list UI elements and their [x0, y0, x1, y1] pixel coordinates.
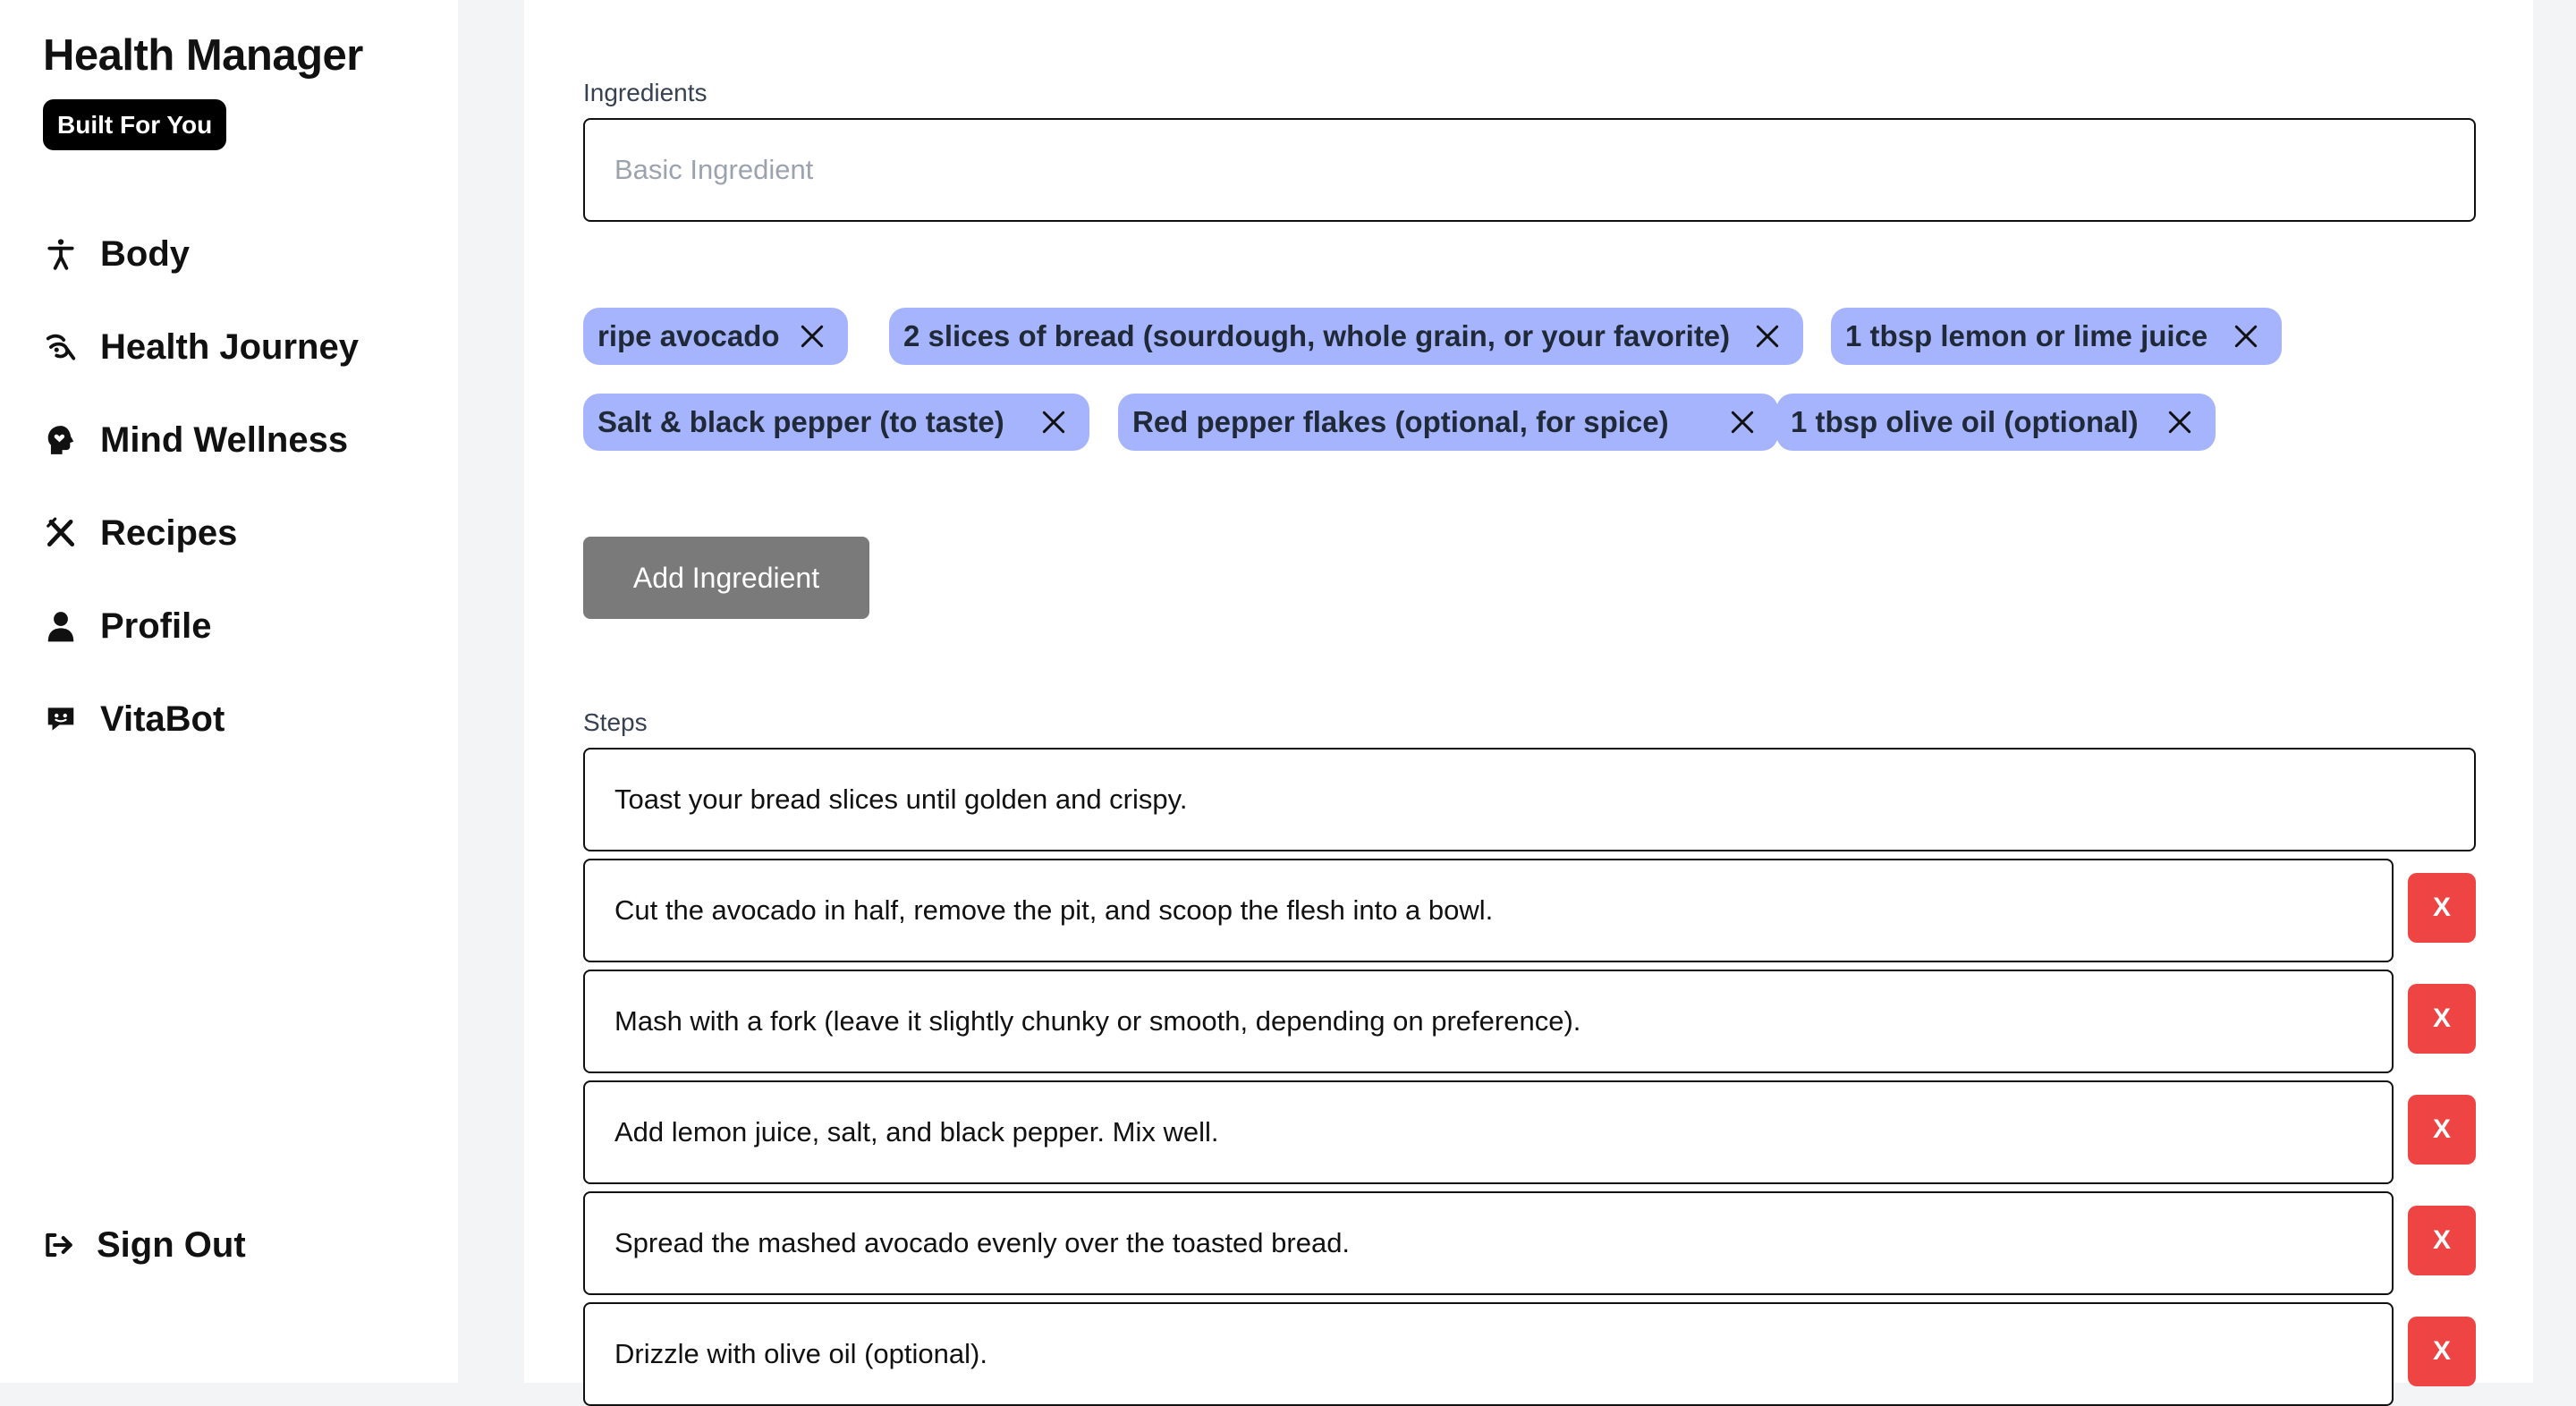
ingredient-input[interactable]: [583, 118, 2476, 222]
app-title: Health Manager: [43, 31, 363, 80]
step-input[interactable]: [583, 1302, 2394, 1406]
tagline-badge: Built For You: [43, 99, 227, 150]
remove-chip-icon[interactable]: [1034, 402, 1073, 442]
delete-step-button[interactable]: X: [2408, 984, 2476, 1054]
delete-step-button[interactable]: X: [2408, 873, 2476, 943]
ingredient-chip-label: 1 tbsp lemon or lime juice: [1845, 319, 2208, 352]
nav-item-body[interactable]: Body: [43, 227, 190, 281]
nav-item-recipes[interactable]: Recipes: [43, 506, 237, 560]
chat-bot-icon: [43, 701, 79, 737]
ingredients-label: Ingredients: [583, 79, 708, 106]
nav-label: Recipes: [100, 512, 238, 553]
head-heart-icon: [43, 422, 79, 458]
user-icon: [43, 608, 79, 644]
nav-item-vitabot[interactable]: VitaBot: [43, 692, 225, 746]
step-input[interactable]: [583, 1080, 2394, 1184]
ingredient-chip-label: Salt & black pepper (to taste): [597, 405, 1004, 438]
recipe-form-card: Ingredients ripe avocado 2 slices of bre…: [524, 0, 2533, 1406]
delete-step-button[interactable]: X: [2408, 1317, 2476, 1386]
nav-label: Mind Wellness: [100, 419, 349, 460]
sign-out-icon: [41, 1227, 77, 1263]
ingredient-chip: ripe avocado: [583, 308, 848, 365]
sign-out-button[interactable]: Sign Out: [41, 1218, 246, 1272]
ingredient-chip-label: 1 tbsp olive oil (optional): [1791, 405, 2139, 438]
ingredient-chip-label: ripe avocado: [597, 319, 780, 352]
remove-chip-icon[interactable]: [1748, 317, 1787, 356]
step-input[interactable]: [583, 748, 2476, 851]
ingredient-chip: Salt & black pepper (to taste): [583, 394, 1089, 451]
ingredient-chip: 2 slices of bread (sourdough, whole grai…: [889, 308, 1803, 365]
delete-step-button[interactable]: X: [2408, 1206, 2476, 1275]
delete-step-button[interactable]: X: [2408, 1095, 2476, 1165]
step-input[interactable]: [583, 1191, 2394, 1295]
steps-label: Steps: [583, 708, 648, 736]
nav-item-health-journey[interactable]: Health Journey: [43, 320, 359, 374]
utensils-icon: [43, 515, 79, 551]
nav-label: Health Journey: [100, 326, 359, 367]
ingredient-chip: Red pepper flakes (optional, for spice): [1118, 394, 1778, 451]
nav-item-mind-wellness[interactable]: Mind Wellness: [43, 413, 348, 467]
sidebar: Health Manager Built For You Body Health…: [0, 0, 458, 1383]
remove-chip-icon[interactable]: [1723, 402, 1762, 442]
remove-chip-icon[interactable]: [2160, 402, 2199, 442]
ingredient-chip-label: 2 slices of bread (sourdough, whole grai…: [903, 319, 1731, 352]
remove-chip-icon[interactable]: [792, 317, 832, 356]
add-ingredient-button[interactable]: Add Ingredient: [583, 537, 869, 619]
ingredient-chip-label: Red pepper flakes (optional, for spice): [1132, 405, 1669, 438]
step-input[interactable]: [583, 970, 2394, 1073]
ingredient-chip: 1 tbsp olive oil (optional): [1776, 394, 2216, 451]
remove-chip-icon[interactable]: [2226, 317, 2266, 356]
step-input[interactable]: [583, 859, 2394, 962]
journey-icon: [43, 329, 79, 365]
nav-item-profile[interactable]: Profile: [43, 599, 211, 653]
sign-out-label: Sign Out: [97, 1224, 246, 1265]
nav-label: VitaBot: [100, 699, 225, 739]
nav-label: Body: [100, 233, 190, 274]
ingredient-chip: 1 tbsp lemon or lime juice: [1831, 308, 2282, 365]
nav-label: Profile: [100, 606, 212, 646]
accessibility-icon: [43, 236, 79, 272]
